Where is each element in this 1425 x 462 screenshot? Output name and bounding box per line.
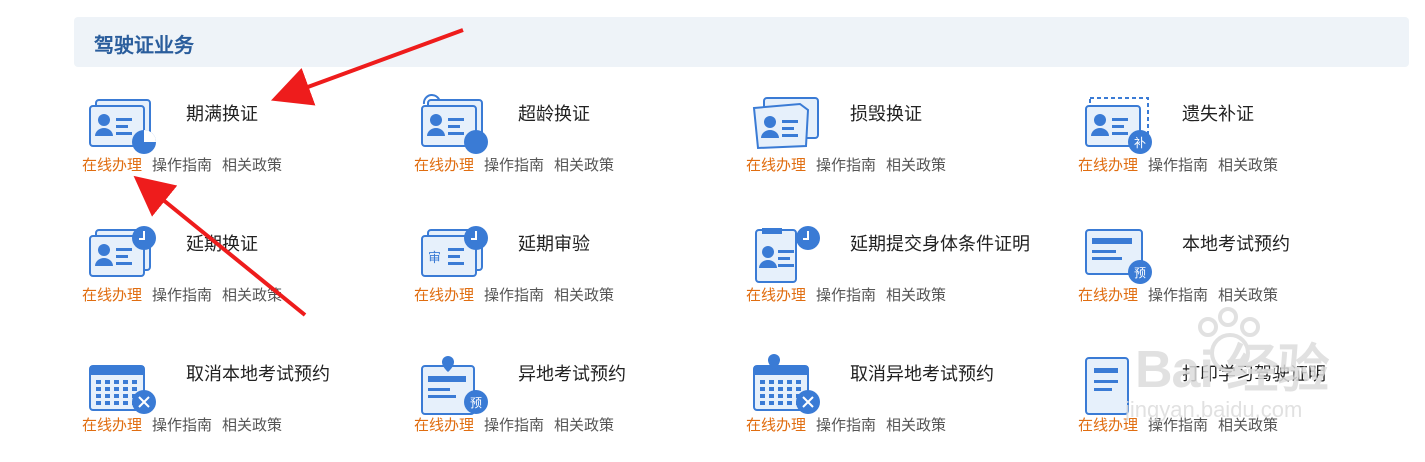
- exam-booking-icon[interactable]: 预: [1082, 224, 1154, 286]
- service-title[interactable]: 取消异地考试预约: [850, 362, 1030, 388]
- id-card-refresh-icon[interactable]: [418, 94, 490, 156]
- online-handle-link[interactable]: 在线办理: [1078, 286, 1138, 304]
- operation-guide-link[interactable]: 操作指南: [152, 416, 212, 434]
- lost-card-replace-icon[interactable]: 补: [1082, 94, 1154, 156]
- operation-guide-link[interactable]: 操作指南: [816, 286, 876, 304]
- related-policy-link[interactable]: 相关政策: [1218, 416, 1278, 434]
- print-certificate-icon[interactable]: [1082, 354, 1154, 416]
- service-links: 在线办理 操作指南 相关政策: [82, 414, 292, 435]
- service-tile: 延期提交身体条件证明在线办理 操作指南 相关政策: [746, 218, 1066, 328]
- service-title[interactable]: 取消本地考试预约: [186, 362, 366, 388]
- related-policy-link[interactable]: 相关政策: [886, 416, 946, 434]
- service-title[interactable]: 超龄换证: [518, 102, 698, 128]
- operation-guide-link[interactable]: 操作指南: [816, 416, 876, 434]
- service-title[interactable]: 损毁换证: [850, 102, 1030, 128]
- service-links: 在线办理 操作指南 相关政策: [1078, 284, 1288, 305]
- remote-calendar-cancel-icon[interactable]: [750, 354, 822, 416]
- service-title[interactable]: 遗失补证: [1182, 102, 1362, 128]
- service-links: 在线办理 操作指南 相关政策: [746, 154, 956, 175]
- id-card-clock-icon[interactable]: [86, 224, 158, 286]
- service-tile: 期满换证在线办理 操作指南 相关政策: [82, 88, 402, 198]
- related-policy-link[interactable]: 相关政策: [1218, 286, 1278, 304]
- service-links: 在线办理 操作指南 相关政策: [414, 154, 624, 175]
- service-links: 在线办理 操作指南 相关政策: [1078, 154, 1288, 175]
- service-tile: 预 本地考试预约在线办理 操作指南 相关政策: [1078, 218, 1398, 328]
- operation-guide-link[interactable]: 操作指南: [484, 416, 544, 434]
- online-handle-link[interactable]: 在线办理: [1078, 416, 1138, 434]
- section-title: 驾驶证业务: [94, 33, 194, 57]
- damaged-card-icon[interactable]: [750, 94, 822, 156]
- service-tile: 取消本地考试预约在线办理 操作指南 相关政策: [82, 348, 402, 458]
- service-title[interactable]: 异地考试预约: [518, 362, 698, 388]
- related-policy-link[interactable]: 相关政策: [554, 286, 614, 304]
- related-policy-link[interactable]: 相关政策: [1218, 156, 1278, 174]
- related-policy-link[interactable]: 相关政策: [222, 286, 282, 304]
- service-links: 在线办理 操作指南 相关政策: [1078, 414, 1288, 435]
- operation-guide-link[interactable]: 操作指南: [484, 156, 544, 174]
- related-policy-link[interactable]: 相关政策: [222, 416, 282, 434]
- service-tile: 超龄换证在线办理 操作指南 相关政策: [414, 88, 734, 198]
- related-policy-link[interactable]: 相关政策: [554, 416, 614, 434]
- service-links: 在线办理 操作指南 相关政策: [746, 284, 956, 305]
- online-handle-link[interactable]: 在线办理: [82, 416, 142, 434]
- service-title[interactable]: 期满换证: [186, 102, 366, 128]
- service-links: 在线办理 操作指南 相关政策: [82, 284, 292, 305]
- service-tile: 预 异地考试预约在线办理 操作指南 相关政策: [414, 348, 734, 458]
- online-handle-link[interactable]: 在线办理: [414, 416, 474, 434]
- service-links: 在线办理 操作指南 相关政策: [414, 414, 624, 435]
- audit-card-clock-icon[interactable]: 审: [418, 224, 490, 286]
- related-policy-link[interactable]: 相关政策: [886, 286, 946, 304]
- service-title[interactable]: 本地考试预约: [1182, 232, 1362, 258]
- online-handle-link[interactable]: 在线办理: [1078, 156, 1138, 174]
- service-links: 在线办理 操作指南 相关政策: [746, 414, 956, 435]
- online-handle-link[interactable]: 在线办理: [414, 286, 474, 304]
- service-tile: 审 延期审验在线办理 操作指南 相关政策: [414, 218, 734, 328]
- calendar-cancel-icon[interactable]: [86, 354, 158, 416]
- operation-guide-link[interactable]: 操作指南: [816, 156, 876, 174]
- related-policy-link[interactable]: 相关政策: [222, 156, 282, 174]
- health-cert-clock-icon[interactable]: [750, 224, 822, 286]
- svg-text:审: 审: [428, 251, 441, 266]
- service-title[interactable]: 延期提交身体条件证明: [850, 232, 1030, 258]
- service-links: 在线办理 操作指南 相关政策: [82, 154, 292, 175]
- operation-guide-link[interactable]: 操作指南: [1148, 286, 1208, 304]
- service-title[interactable]: 延期换证: [186, 232, 366, 258]
- online-handle-link[interactable]: 在线办理: [746, 416, 806, 434]
- service-links: 在线办理 操作指南 相关政策: [414, 284, 624, 305]
- service-tile: 损毁换证在线办理 操作指南 相关政策: [746, 88, 1066, 198]
- online-handle-link[interactable]: 在线办理: [746, 286, 806, 304]
- operation-guide-link[interactable]: 操作指南: [1148, 416, 1208, 434]
- id-card-pie-icon[interactable]: [86, 94, 158, 156]
- operation-guide-link[interactable]: 操作指南: [152, 286, 212, 304]
- online-handle-link[interactable]: 在线办理: [82, 156, 142, 174]
- online-handle-link[interactable]: 在线办理: [414, 156, 474, 174]
- service-title[interactable]: 打印学习驾驶证明: [1182, 362, 1362, 388]
- online-handle-link[interactable]: 在线办理: [746, 156, 806, 174]
- svg-text:补: 补: [1134, 136, 1146, 150]
- remote-exam-booking-icon[interactable]: 预: [418, 354, 490, 416]
- related-policy-link[interactable]: 相关政策: [554, 156, 614, 174]
- section-header: 驾驶证业务: [74, 17, 1409, 67]
- svg-text:预: 预: [470, 396, 482, 410]
- operation-guide-link[interactable]: 操作指南: [152, 156, 212, 174]
- operation-guide-link[interactable]: 操作指南: [1148, 156, 1208, 174]
- svg-text:预: 预: [1134, 266, 1146, 280]
- service-tile: 取消异地考试预约在线办理 操作指南 相关政策: [746, 348, 1066, 458]
- service-tile: 延期换证在线办理 操作指南 相关政策: [82, 218, 402, 328]
- service-title[interactable]: 延期审验: [518, 232, 698, 258]
- service-tile: 打印学习驾驶证明在线办理 操作指南 相关政策: [1078, 348, 1398, 458]
- related-policy-link[interactable]: 相关政策: [886, 156, 946, 174]
- operation-guide-link[interactable]: 操作指南: [484, 286, 544, 304]
- online-handle-link[interactable]: 在线办理: [82, 286, 142, 304]
- service-tile: 补 遗失补证在线办理 操作指南 相关政策: [1078, 88, 1398, 198]
